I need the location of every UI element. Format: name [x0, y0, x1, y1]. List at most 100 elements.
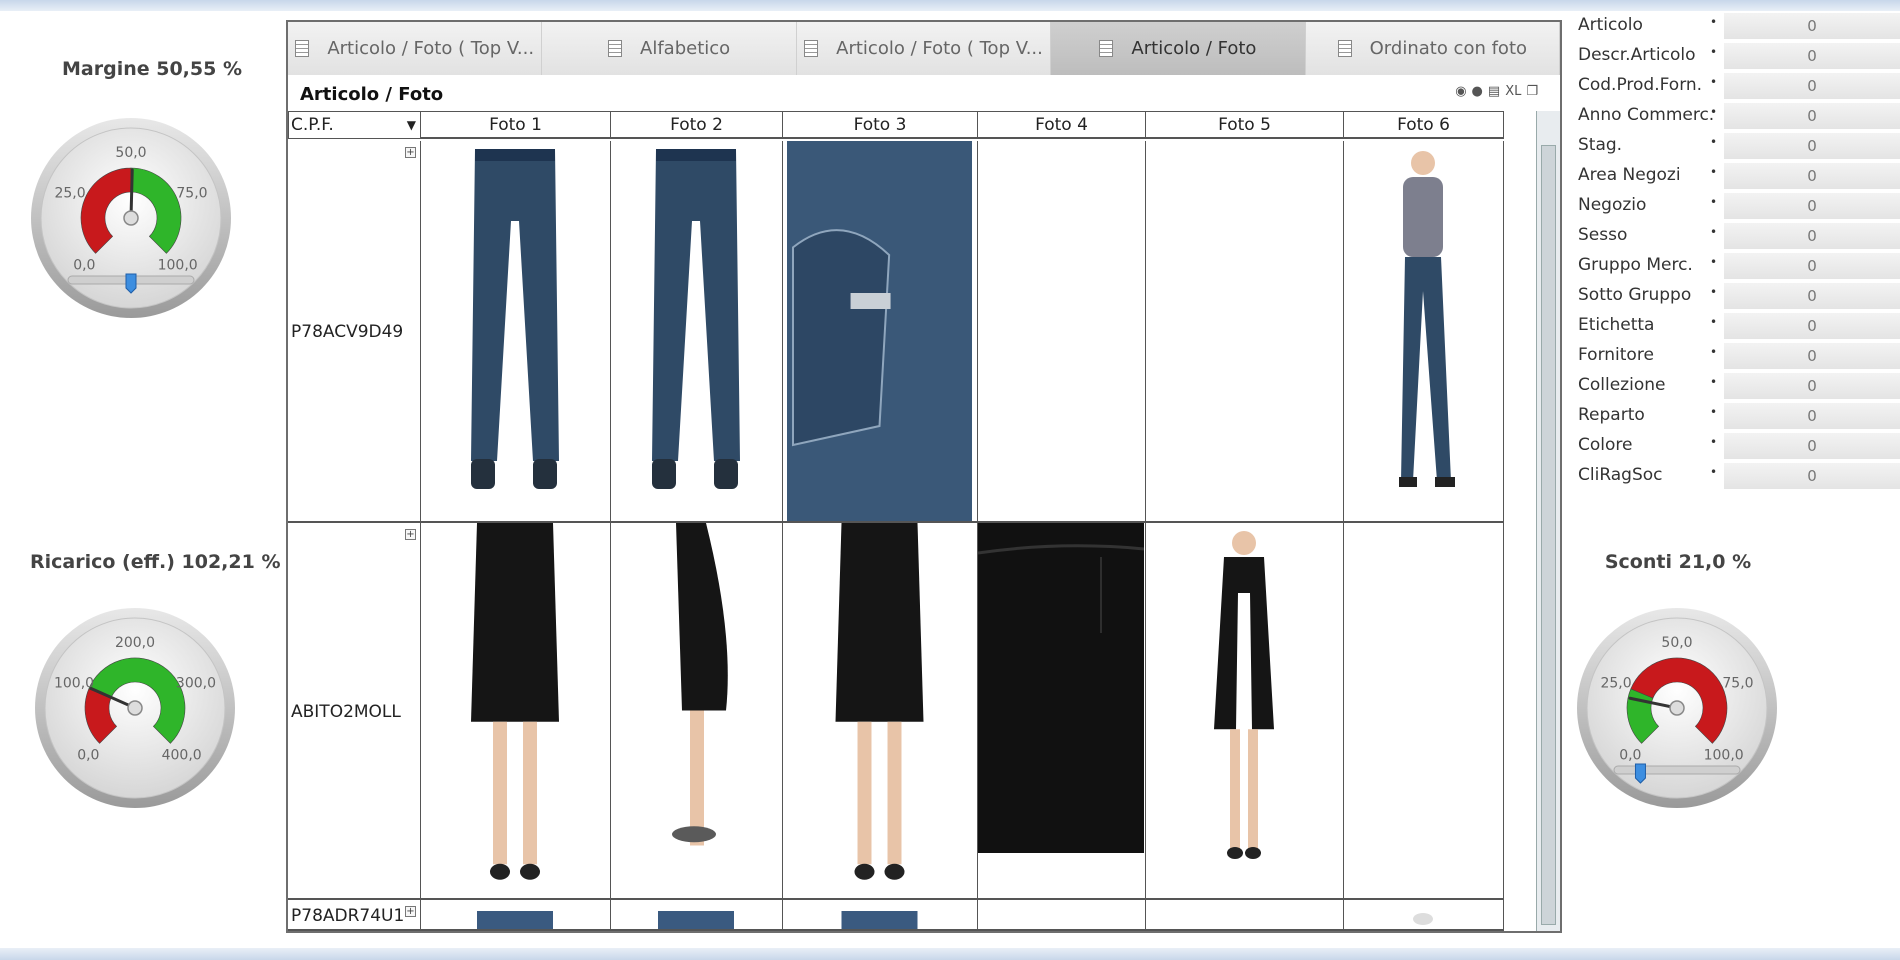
photo-cell[interactable] [1146, 900, 1344, 931]
listbox-value: 0 [1724, 13, 1900, 40]
globe-icon[interactable]: ◉ [1455, 84, 1466, 99]
listbox-row[interactable]: Stag. • 0 [1574, 132, 1900, 162]
photo-cell[interactable] [611, 900, 783, 931]
photo-cell[interactable] [611, 141, 783, 523]
listbox-value: 0 [1724, 253, 1900, 280]
listbox-value: 0 [1724, 403, 1900, 430]
listbox-row[interactable]: Sotto Gruppo • 0 [1574, 282, 1900, 312]
column-header-cpf[interactable]: C.P.F. ▼ [288, 111, 421, 139]
row-code-cell[interactable]: ABITO2MOLL + [288, 523, 421, 900]
listbox-row[interactable]: Fornitore • 0 [1574, 342, 1900, 372]
gauge-tick-label: 50,0 [1661, 635, 1692, 651]
product-photo-jeans-pocket-detail [787, 141, 972, 521]
copy-icon[interactable]: ❐ [1526, 84, 1538, 99]
listbox-row[interactable]: Colore • 0 [1574, 432, 1900, 462]
eye-icon[interactable]: ● [1472, 84, 1483, 99]
gauge-slider-handle[interactable] [125, 273, 137, 294]
scrollbar-thumb[interactable] [1541, 145, 1556, 925]
listbox-value: 0 [1724, 313, 1900, 340]
gauge-svg: 0,0 25,0 50,0 75,0 100,0 [31, 118, 231, 318]
listbox-row[interactable]: Cod.Prod.Forn. • 0 [1574, 72, 1900, 102]
product-photo-black-skirt-side [672, 523, 728, 846]
photo-cell[interactable] [1146, 523, 1344, 900]
photo-cell[interactable] [421, 523, 611, 900]
column-header-foto-6[interactable]: Foto 6 [1344, 111, 1504, 139]
tab-label: Articolo / Foto ( Top V... [327, 38, 535, 59]
bullet-icon: • [1710, 195, 1718, 209]
bullet-icon: • [1710, 105, 1718, 119]
photo-cell[interactable] [783, 900, 978, 931]
listbox-row[interactable]: Gruppo Merc. • 0 [1574, 252, 1900, 282]
column-header-foto-4[interactable]: Foto 4 [978, 111, 1146, 139]
bullet-icon: • [1710, 135, 1718, 149]
bottom-border [0, 948, 1900, 960]
photo-cell[interactable] [421, 900, 611, 931]
expand-icon[interactable]: + [405, 529, 416, 540]
tab-3[interactable]: Articolo / Foto ( Top V... [796, 22, 1052, 75]
gauge-svg: 0,0 25,0 50,0 75,0 100,0 [1577, 608, 1777, 808]
listbox-row[interactable]: Etichetta • 0 [1574, 312, 1900, 342]
gauge-svg: 0,0 100,0 200,0 300,0 400,0 [35, 608, 235, 808]
dashboard: { "gauges": [ {"id":"margine","title":"M… [0, 0, 1900, 960]
vertical-scrollbar[interactable] [1536, 111, 1560, 931]
photo-cell[interactable] [1146, 141, 1344, 523]
column-header-foto-1[interactable]: Foto 1 [421, 111, 611, 139]
table-icon [1337, 40, 1352, 57]
expand-icon[interactable]: + [405, 147, 416, 158]
listbox-row[interactable]: Descr.Articolo • 0 [1574, 42, 1900, 72]
bullet-icon: • [1710, 45, 1718, 59]
tab-5[interactable]: Ordinato con foto [1305, 22, 1561, 75]
listbox-row[interactable]: Area Negozi • 0 [1574, 162, 1900, 192]
tab-label: Ordinato con foto [1369, 38, 1528, 59]
photo-cell[interactable] [611, 523, 783, 900]
photo-cell[interactable] [978, 523, 1146, 900]
product-code: P78ADR74U1 [291, 906, 405, 926]
listbox-row[interactable]: Reparto • 0 [1574, 402, 1900, 432]
sort-dropdown-icon[interactable]: ▼ [407, 112, 416, 138]
photo-cell[interactable] [1344, 141, 1504, 523]
listbox-row[interactable]: Articolo • 0 [1574, 12, 1900, 42]
tab-label: Articolo / Foto [1131, 38, 1257, 59]
listbox-row[interactable]: CliRagSoc • 0 [1574, 462, 1900, 492]
gauge-tick-label: 75,0 [176, 186, 207, 202]
listbox-label: Sotto Gruppo [1578, 285, 1692, 305]
excel-export-button[interactable]: XL [1505, 84, 1521, 99]
gauge-title-sconti: Sconti 21,0 % [1604, 551, 1752, 573]
print-icon[interactable]: ▤ [1488, 84, 1500, 99]
top-border [0, 0, 1900, 11]
gauge-ricarico[interactable]: 0,0 100,0 200,0 300,0 400,0 [30, 600, 240, 810]
listbox-label: Gruppo Merc. [1578, 255, 1693, 275]
gauge-sconti[interactable]: 0,0 25,0 50,0 75,0 100,0 [1572, 600, 1782, 810]
listbox-row[interactable]: Sesso • 0 [1574, 222, 1900, 252]
column-header-foto-3[interactable]: Foto 3 [783, 111, 978, 139]
listbox-row[interactable]: Collezione • 0 [1574, 372, 1900, 402]
photo-cell[interactable] [978, 900, 1146, 931]
photo-cell[interactable] [783, 141, 978, 523]
photo-cell[interactable] [978, 141, 1146, 523]
listbox-label: Colore [1578, 435, 1633, 455]
column-header-foto-2[interactable]: Foto 2 [611, 111, 783, 139]
gauge-slider-track[interactable] [1613, 765, 1741, 775]
photo-cell[interactable] [1344, 523, 1504, 900]
gauge-tick-label: 25,0 [1600, 676, 1631, 692]
table-icon [1099, 40, 1114, 57]
listbox-row[interactable]: Negozio • 0 [1574, 192, 1900, 222]
photo-cell[interactable] [1344, 900, 1504, 931]
row-code-cell[interactable]: P78ACV9D49 + [288, 141, 421, 523]
listbox-value: 0 [1724, 43, 1900, 70]
gauge-slider-handle[interactable] [1634, 763, 1646, 784]
column-header-foto-5[interactable]: Foto 5 [1146, 111, 1344, 139]
tab-2[interactable]: Alfabetico [542, 22, 797, 75]
tab-4[interactable]: Articolo / Foto [1051, 22, 1306, 75]
tab-1[interactable]: Articolo / Foto ( Top V... [288, 22, 543, 75]
listbox-row[interactable]: Anno Commerc. • 0 [1574, 102, 1900, 132]
gauge-tick-label: 25,0 [54, 186, 85, 202]
photo-cell[interactable] [421, 141, 611, 523]
listbox-value: 0 [1724, 193, 1900, 220]
gauge-hub [1669, 700, 1685, 716]
expand-icon[interactable]: + [405, 906, 416, 917]
photo-cell[interactable] [783, 523, 978, 900]
gauge-tick-label: 100,0 [158, 258, 198, 274]
row-code-cell[interactable]: P78ADR74U1 + [288, 900, 421, 931]
gauge-margine[interactable]: 0,0 25,0 50,0 75,0 100,0 [26, 110, 236, 320]
